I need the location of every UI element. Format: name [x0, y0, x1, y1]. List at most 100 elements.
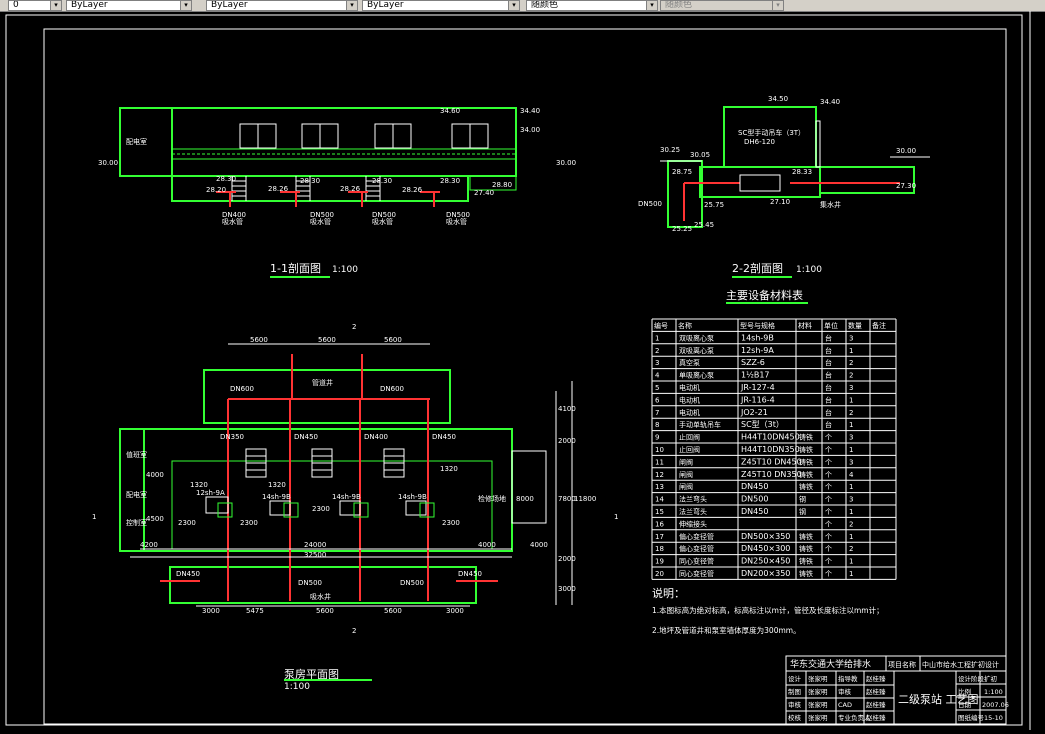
table-cell-r13-c5: 3: [849, 496, 853, 504]
sec1-scale: 1:100: [332, 265, 358, 275]
plan-room-2: 配电室: [126, 490, 147, 499]
plan-pipe-6: DN450: [458, 570, 482, 578]
table-cell-r4-c0: 5: [655, 384, 659, 392]
table-cell-r10-c1: 闸阀: [679, 457, 693, 466]
plan-side-right-1: 4000: [478, 541, 496, 549]
plotstyle-table-combo[interactable]: 随颜色 ▾: [660, 0, 784, 11]
table-cell-r18-c2: DN250×450: [741, 557, 790, 566]
table-cell-r19-c2: DN200×350: [741, 569, 790, 578]
table-cell-r10-c4: 个: [825, 458, 832, 466]
plan-pump-4: 14sh-9B: [398, 493, 427, 501]
sec1-elev-3: 34.00: [520, 126, 540, 134]
sec2-elev-10: 27.10: [770, 198, 790, 206]
table-cell-r0-c0: 1: [655, 334, 659, 342]
sec1-pipe-note-2: 吸水管: [310, 217, 331, 226]
plan-vert-4: 11800: [574, 495, 596, 503]
table-cell-r8-c0: 9: [655, 434, 659, 442]
lineweight-combo[interactable]: ByLayer ▾: [362, 0, 520, 11]
plan-pipe-3: DN500: [298, 579, 322, 587]
table-cell-r18-c3: 铸铁: [799, 557, 813, 566]
plan-sec-mark-1: 1: [92, 513, 96, 521]
table-cell-r17-c5: 2: [849, 545, 853, 553]
plan-sec-mark-4: 2: [352, 627, 356, 635]
table-cell-r9-c1: 止回阀: [679, 445, 700, 454]
tb-r1-c2: 张家明: [808, 674, 828, 683]
sec2-label-2: 集水井: [820, 200, 841, 209]
table-cell-r11-c1: 闸阀: [679, 470, 693, 479]
table-cell-r8-c1: 止回阀: [679, 433, 700, 442]
table-grid: 编号 名称 型号与规格 材料 单位 数量 备注1 双吸离心泵 14sh-9B 台 32 双吸离心泵 12…: [651, 318, 897, 580]
table-cell-r9-c5: 1: [849, 446, 853, 454]
tb-info-4-v: 15-10: [984, 714, 1003, 722]
sec2-elev-11: 25.25: [672, 225, 692, 233]
plan-vert-7: 3000: [558, 585, 576, 593]
plotstyle-combo[interactable]: 随颜色 ▾: [526, 0, 658, 11]
sec1-elev-7: 28.80: [492, 181, 512, 189]
tb-info-1-k: 设计阶段: [958, 674, 985, 683]
table-cell-r15-c5: 2: [849, 520, 853, 528]
color-combo[interactable]: ByLayer ▾: [66, 0, 192, 11]
table-cell-r11-c3: 铸铁: [799, 470, 813, 479]
sec1-elev-9: 28.26: [268, 185, 289, 193]
sec2-elev-12: 25.45: [694, 221, 714, 229]
table-cell-r19-c0: 20: [655, 570, 664, 578]
plan-pipe-2: DN600: [380, 385, 404, 393]
sec1-elev-15: 28.26: [402, 186, 423, 194]
table-cell-r1-c1: 双吸离心泵: [679, 346, 714, 355]
table-cell-r17-c4: 个: [825, 545, 832, 553]
tb-r4-c1: 校核: [788, 713, 802, 722]
table-cell-r7-c5: 1: [849, 421, 853, 429]
equipment-table: 主要设备材料表 编号 名称 型号与规格 材料 单位 数量 备注 1 双吸离心泵 14sh-9B 台 3…: [651, 288, 897, 580]
table-cell-r9-c2: H44T10DN350: [741, 445, 800, 454]
table-cell-r1-c5: 1: [849, 347, 853, 355]
plan-pipe-10: DN450: [432, 433, 456, 441]
table-cell-r14-c4: 个: [825, 508, 832, 516]
plan-pump-1: 12sh-9A: [196, 489, 225, 497]
table-cell-r8-c3: 铸铁: [799, 433, 813, 442]
table-cell-r19-c3: 铸铁: [799, 569, 813, 578]
tb-proj-label: 项目名称: [888, 660, 916, 669]
table-cell-r5-c2: JR-116-4: [740, 395, 775, 404]
table-cell-r13-c1: 法兰弯头: [679, 495, 707, 504]
table-cell-r15-c4: 个: [825, 520, 832, 528]
plan-sec-mark-3: 2: [352, 323, 356, 331]
table-cell-r0-c4: 台: [825, 333, 832, 342]
tb-info-2-v: 1:100: [984, 688, 1003, 696]
table-cell-r17-c1: 偏心变径管: [679, 544, 714, 553]
plan-pump-3: 14sh-9B: [332, 493, 361, 501]
plan-dim-bottom-4: 5600: [384, 607, 402, 615]
table-cell-r5-c1: 电动机: [679, 395, 700, 404]
layer-combo[interactable]: 0 ▾: [8, 0, 62, 11]
tb-r1-c1: 设计: [788, 674, 802, 683]
table-header-3: 材料: [798, 321, 812, 330]
drawing-canvas[interactable]: 配电室 34.60 34.40 34.00 30.00 30.00 28.30 …: [0, 11, 1045, 730]
plan-sec-mark-2: 1: [614, 513, 618, 521]
sec1-elev-4: 30.00: [98, 159, 118, 167]
table-cell-r19-c4: 个: [825, 570, 832, 578]
section-1-1: 配电室 34.60 34.40 34.00 30.00 30.00 28.30 …: [98, 107, 576, 278]
table-cell-r3-c5: 2: [849, 372, 853, 380]
tb-r2-c1: 制图: [788, 687, 801, 696]
table-cell-r12-c5: 1: [849, 483, 853, 491]
tb-school: 华东交通大学给排水: [790, 658, 871, 670]
plan-side-right-2: 4000: [530, 541, 548, 549]
sec1-elev-8: 28.30: [300, 177, 320, 185]
table-cell-r15-c0: 16: [655, 520, 664, 528]
plan-vert-1: 4100: [558, 405, 576, 413]
tb-r2-c3: 审核: [838, 687, 852, 696]
plan-well-2: 吸水井: [310, 592, 331, 601]
table-cell-r16-c3: 铸铁: [799, 532, 813, 541]
table-cell-r12-c0: 13: [655, 483, 664, 491]
tb-r2-c4: 赵桂臻: [866, 687, 886, 696]
table-cell-r19-c5: 1: [849, 570, 853, 578]
table-cell-r15-c1: 伸缩接头: [679, 519, 707, 528]
plan-room-1: 值班室: [126, 450, 147, 459]
table-cell-r3-c4: 台: [825, 371, 832, 380]
table-cell-r1-c4: 台: [825, 346, 832, 355]
table-cell-r10-c2: Z45T10 DN450: [741, 457, 802, 466]
table-cell-r8-c5: 3: [849, 434, 853, 442]
table-cell-r13-c4: 个: [825, 496, 832, 504]
linetype-combo[interactable]: ByLayer ▾: [206, 0, 358, 11]
notes: 说明： 1.本图标高为绝对标高，标高标注以m计，管径及长度标注以mm计； 2.地…: [652, 586, 884, 635]
sec1-title: 1-1剖面图: [270, 261, 321, 275]
